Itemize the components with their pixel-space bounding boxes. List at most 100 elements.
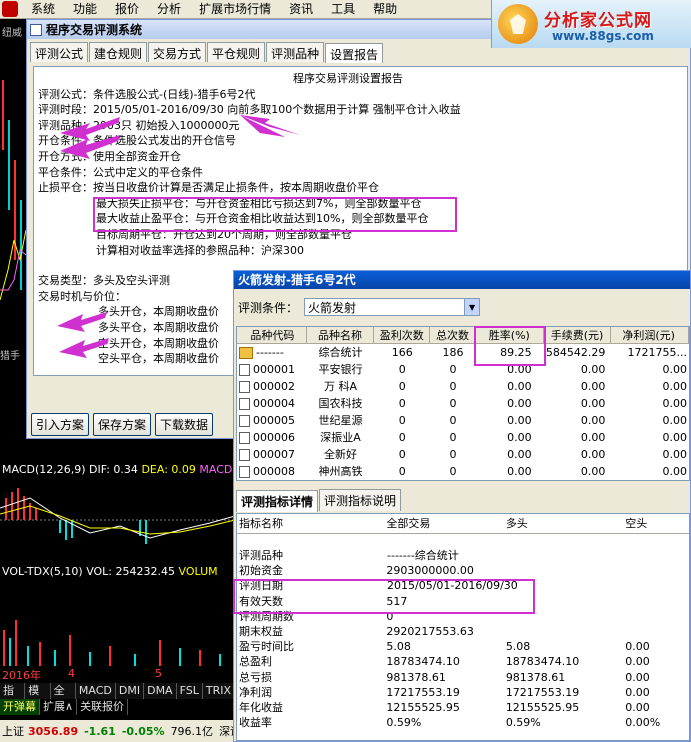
tab-all[interactable]: 全部 xyxy=(51,683,76,713)
detail-row: 评测品种 -------综合统计 xyxy=(237,548,689,563)
metric-name: 总亏损 xyxy=(239,670,272,684)
detail-row: 有效天数 517 xyxy=(237,594,689,609)
metric-name: 有效天数 xyxy=(239,594,283,608)
win-rate: 0.00 xyxy=(507,380,532,393)
tab-metric-details[interactable]: 评测指标详情 xyxy=(236,490,319,512)
col-net-profit[interactable]: 净利润(元) xyxy=(611,327,690,343)
table-row[interactable]: 000005 世纪星源 0 0 0.00 0.00 0.00 xyxy=(237,412,689,429)
download-data-button[interactable]: 下载数据 xyxy=(155,413,214,436)
tab-trix[interactable]: TRIX xyxy=(203,683,235,699)
report-variety: 评测品种：2903只 初始投入1000000元 xyxy=(38,118,240,132)
col-short: 空头 xyxy=(625,517,648,530)
tab-close-rules[interactable]: 平仓规则 xyxy=(207,42,266,62)
total-count: 0 xyxy=(449,363,457,376)
tab-expand[interactable]: 扩展∧ xyxy=(40,699,78,715)
net-profit: 0.00 xyxy=(662,465,687,478)
metric-all: 981378.61 xyxy=(386,670,446,684)
total-count: 0 xyxy=(449,431,457,444)
table-row[interactable]: 000007 全新好 0 0 0.00 0.00 0.00 xyxy=(237,446,689,463)
menu-function[interactable]: 功能 xyxy=(64,0,106,19)
table-row[interactable]: ------- 综合统计 166 186 89.25 584542.29 1721755..… xyxy=(237,344,689,361)
metric-short xyxy=(625,624,689,639)
tab-metric-notes[interactable]: 评测指标说明 xyxy=(319,489,402,511)
table-row[interactable]: 000008 神州高铁 0 0 0.00 0.00 0.00 xyxy=(237,463,689,480)
indicator-name-label: 猎手 xyxy=(0,351,20,362)
stock-code: 000002 xyxy=(237,378,307,395)
net-profit: 0.00 xyxy=(662,397,687,410)
table-row[interactable]: 000004 国农科技 0 0 0.00 0.00 0.00 xyxy=(237,395,689,412)
result-window: 火箭发射-猎手6号2代 评测条件： 火箭发射 ▼ 品种代码 品种名称 盈利次数 … xyxy=(233,270,691,742)
tab-indicator[interactable]: 指标 xyxy=(0,683,26,713)
table-row[interactable]: 000001 平安银行 0 0 0.00 0.00 0.00 xyxy=(237,361,689,378)
menu-system[interactable]: 系统 xyxy=(22,0,64,19)
net-profit: 0.00 xyxy=(662,431,687,444)
total-count: 0 xyxy=(449,397,457,410)
menu-help[interactable]: 帮助 xyxy=(364,0,406,19)
metric-short xyxy=(625,609,689,624)
metric-name: 评测日期 xyxy=(239,579,283,593)
status-bar: 上证 3056.89 -1.61 -0.05% 796.1亿 深证 xyxy=(0,720,235,742)
tab-related-quote[interactable]: 关联报价 xyxy=(77,699,129,715)
metric-details-table: 指标名称 全部交易 多头 空头 评测品种 -------综合统计 初始资金 29030… xyxy=(236,513,690,741)
tab-settings-report[interactable]: 设置报告 xyxy=(325,43,384,63)
tab-fsl[interactable]: FSL xyxy=(177,683,203,699)
index-amount: 796.1亿 xyxy=(170,725,214,738)
menu-quote[interactable]: 报价 xyxy=(106,0,148,19)
total-count: 0 xyxy=(449,414,457,427)
metric-name: 初始资金 xyxy=(239,564,283,578)
win-count: 0 xyxy=(398,414,406,427)
col-code[interactable]: 品种代码 xyxy=(237,327,307,343)
col-long: 多头 xyxy=(505,517,528,530)
tab-danmaku[interactable]: 开弹幕 xyxy=(0,699,40,715)
tab-dma[interactable]: DMA xyxy=(144,683,177,699)
menu-analysis[interactable]: 分析 xyxy=(148,0,190,19)
menu-news[interactable]: 资讯 xyxy=(280,0,322,19)
tab-variety[interactable]: 评测品种 xyxy=(266,42,325,62)
file-icon xyxy=(239,363,250,376)
detail-row: 期末权益 2920217553.63 xyxy=(237,624,689,639)
tab-dmi[interactable]: DMI xyxy=(116,683,145,699)
col-fee[interactable]: 手续费(元) xyxy=(544,327,612,343)
metric-short xyxy=(625,594,689,609)
table-row[interactable]: 000006 深振业A 0 0 0.00 0.00 0.00 xyxy=(237,429,689,446)
win-rate: 0.00 xyxy=(507,363,532,376)
file-icon xyxy=(239,431,250,444)
col-total[interactable]: 总次数 xyxy=(430,327,476,343)
total-count: 0 xyxy=(449,465,457,478)
metric-name: 评测周期数 xyxy=(239,609,294,623)
file-icon xyxy=(239,380,250,393)
import-scheme-button[interactable]: 引入方案 xyxy=(31,413,90,436)
menu-tools[interactable]: 工具 xyxy=(322,0,364,19)
logo-emblem-icon xyxy=(498,4,538,44)
tab-template[interactable]: 模板 xyxy=(25,683,51,713)
metric-name: 收益率 xyxy=(239,716,272,730)
macd-chart xyxy=(0,488,235,544)
function-tabs: 开弹幕 扩展∧ 关联报价 xyxy=(0,699,235,715)
save-scheme-button[interactable]: 保存方案 xyxy=(93,413,152,436)
report-max-loss: 最大损失止损平仓：与开仓资金相比亏损达到7%，则全部数量平仓 xyxy=(96,196,422,210)
tab-formula[interactable]: 评测公式 xyxy=(30,42,89,62)
result-window-title[interactable]: 火箭发射-猎手6号2代 xyxy=(234,271,690,289)
col-win-rate[interactable]: 胜率(%) xyxy=(476,327,544,343)
metric-long: 17217553.19 xyxy=(505,685,580,699)
dialog-title: 程序交易评测系统 xyxy=(46,23,143,37)
metric-long: 12155525.95 xyxy=(505,700,580,714)
col-name[interactable]: 品种名称 xyxy=(307,327,375,343)
metric-short: 0.00 xyxy=(625,700,650,714)
condition-select[interactable]: 火箭发射 ▼ xyxy=(304,298,481,316)
net-profit: 0.00 xyxy=(662,380,687,393)
menu-extended-market[interactable]: 扩展市场行情 xyxy=(190,0,280,19)
metric-all: 517 xyxy=(386,594,408,608)
col-wins[interactable]: 盈利次数 xyxy=(374,327,431,343)
chevron-down-icon[interactable]: ▼ xyxy=(464,299,480,315)
report-stop-loss: 止损平仓：按当日收盘价计算是否满足止损条件，按本周期收盘价平仓 xyxy=(38,181,379,195)
window-icon xyxy=(30,23,42,36)
tab-macd[interactable]: MACD xyxy=(76,683,116,699)
table-row[interactable]: 000002 万 科A 0 0 0.00 0.00 0.00 xyxy=(237,378,689,395)
metric-long: 981378.61 xyxy=(505,670,566,684)
tab-trade-mode[interactable]: 交易方式 xyxy=(148,42,207,62)
metric-all: 2920217553.63 xyxy=(386,624,474,638)
detail-row: 评测周期数 0 xyxy=(237,609,689,624)
tab-open-rules[interactable]: 建仓规则 xyxy=(89,42,148,62)
detail-tabs: 评测指标详情 评测指标说明 xyxy=(236,489,402,512)
